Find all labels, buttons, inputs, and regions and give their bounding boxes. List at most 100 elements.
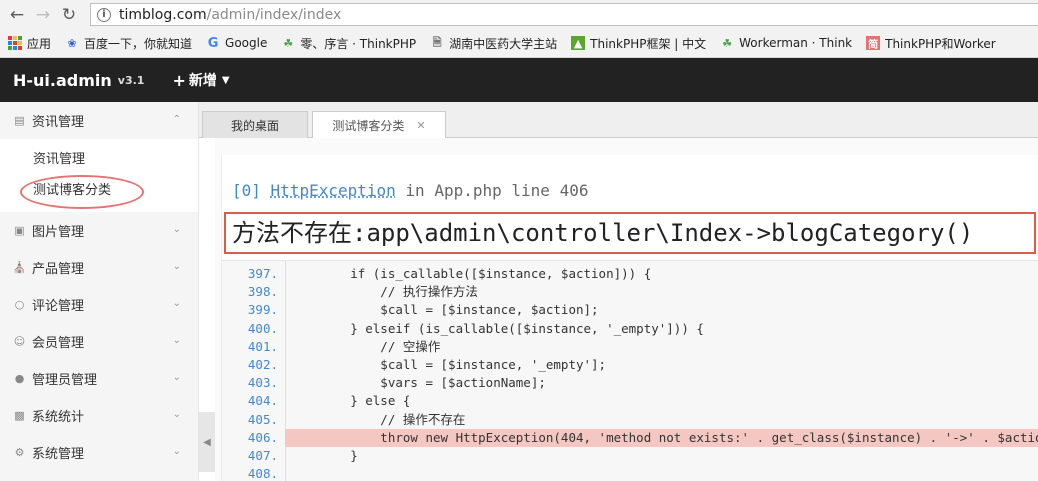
bookmark-label: ThinkPHP框架 | 中文 bbox=[590, 36, 707, 51]
sidebar-group-label: 系统统计 bbox=[32, 410, 85, 425]
info-icon[interactable]: i bbox=[97, 7, 111, 22]
sidebar-group-label: 管理员管理 bbox=[32, 373, 98, 388]
bookmark-thinkphp-framework[interactable]: ▲ ThinkPHP框架 | 中文 bbox=[571, 35, 706, 52]
bookmark-apps[interactable]: 应用 bbox=[8, 35, 51, 52]
code-line: 404. } else { bbox=[222, 392, 1038, 410]
cart-icon: ⛪ bbox=[12, 261, 27, 274]
new-menu-button[interactable]: + 新增 ▼ bbox=[172, 70, 229, 90]
line-number: 397. bbox=[247, 266, 278, 281]
app-header: H-ui.admin v3.1 + 新增 ▼ bbox=[0, 58, 1038, 102]
sidebar-collapse-handle[interactable]: ◀ bbox=[199, 412, 215, 472]
code-line: 407. } bbox=[222, 447, 1038, 465]
code-text: // 执行操作方法 bbox=[290, 284, 478, 300]
sidebar-group-comments[interactable]: ○ 评论管理 ⌄ bbox=[0, 286, 198, 323]
bookmarks-bar: 应用 ❀ 百度一下，你就知道 G Google ☘ 零、序言 · ThinkPH… bbox=[0, 29, 1038, 58]
forward-arrow-icon[interactable]: → bbox=[30, 2, 56, 28]
bookmark-label: 湖南中医药大学主站 bbox=[449, 36, 558, 51]
apps-grid-icon bbox=[8, 36, 22, 50]
sidebar-group-system[interactable]: ⚙ 系统管理 ⌄ bbox=[0, 434, 198, 471]
exception-line-word: line bbox=[511, 181, 550, 200]
sidebar: ▤ 资讯管理 ⌃ 资讯管理 测试博客分类 ▣ 图片管理 ⌄ ⛪ 产品管理 ⌄ ○… bbox=[0, 102, 199, 481]
code-line: 399. $call = [$instance, $action]; bbox=[222, 301, 1038, 319]
sidebar-group-news[interactable]: ▤ 资讯管理 ⌃ bbox=[0, 102, 198, 139]
reload-icon[interactable]: ↻ bbox=[56, 2, 82, 28]
gear-icon: ⚙ bbox=[14, 446, 25, 459]
bookmark-thinkphp-workerman[interactable]: 简 ThinkPHP和Worker bbox=[866, 35, 996, 52]
exception-class-link[interactable]: HttpException bbox=[271, 181, 396, 200]
code-text: $call = [$instance, '_empty']; bbox=[290, 356, 607, 372]
code-text: $vars = [$actionName]; bbox=[290, 375, 546, 391]
chevron-down-icon: ⌄ bbox=[172, 335, 181, 346]
bookmark-hunan-university[interactable]: 🗎 湖南中医药大学主站 bbox=[430, 35, 557, 52]
exception-file: App.php bbox=[434, 181, 502, 200]
bookmark-label: Workerman · Think bbox=[739, 36, 853, 50]
code-line: 397. if (is_callable([$instance, $action… bbox=[222, 265, 1038, 283]
tab-label: 我的桌面 bbox=[230, 118, 279, 133]
bookmark-thinkphp-preface[interactable]: ☘ 零、序言 · ThinkPHP bbox=[281, 35, 416, 52]
sidebar-group-label: 图片管理 bbox=[32, 225, 85, 240]
sidebar-group-label: 评论管理 bbox=[32, 299, 85, 314]
bookmark-label: 百度一下，你就知道 bbox=[84, 36, 193, 51]
chevron-down-icon: ⌄ bbox=[172, 298, 181, 309]
line-number: 407. bbox=[247, 447, 278, 463]
exception-panel: [0] HttpException in App.php line 406 方法… bbox=[221, 155, 1038, 481]
bookmark-label: 零、序言 · ThinkPHP bbox=[300, 36, 417, 51]
code-text: $call = [$instance, $action]; bbox=[290, 302, 599, 318]
bookmark-label: 应用 bbox=[27, 36, 52, 51]
line-number: 401. bbox=[247, 338, 278, 354]
back-arrow-icon[interactable]: ← bbox=[4, 2, 30, 28]
line-number: 400. bbox=[247, 320, 278, 336]
sidebar-group-label: 系统管理 bbox=[32, 447, 85, 462]
tab-blog-category[interactable]: 测试博客分类 ✕ bbox=[312, 111, 446, 139]
address-bar[interactable]: i timblog.com/admin/index/index bbox=[90, 3, 1038, 26]
new-menu-label: 新增 bbox=[188, 73, 217, 89]
code-line: 400. } elseif (is_callable([$instance, '… bbox=[222, 320, 1038, 338]
bookmark-baidu[interactable]: ❀ 百度一下，你就知道 bbox=[65, 35, 192, 52]
news-icon: ▤ bbox=[14, 114, 25, 127]
sidebar-group-products[interactable]: ⛪ 产品管理 ⌄ bbox=[0, 249, 198, 286]
line-number: 403. bbox=[247, 375, 278, 391]
sidebar-group-members[interactable]: ☺ 会员管理 ⌄ bbox=[0, 323, 198, 360]
app-version: v3.1 bbox=[117, 73, 145, 87]
exception-message: 方法不存在:app\admin\controller\Index->blogCa… bbox=[224, 212, 1036, 254]
google-g-icon: G bbox=[207, 35, 219, 51]
gitbook-icon: ☘ bbox=[722, 36, 733, 50]
bookmark-label: Google bbox=[225, 36, 268, 50]
code-line-highlighted: 406. throw new HttpException(404, 'metho… bbox=[222, 428, 1038, 447]
line-number: 404. bbox=[247, 393, 278, 409]
exception-in-word: in bbox=[405, 181, 425, 200]
tab-strip: 我的桌面 测试博客分类 ✕ bbox=[199, 102, 1038, 139]
line-number: 405. bbox=[247, 411, 278, 427]
code-line: 405. // 操作不存在 bbox=[222, 411, 1038, 429]
baidu-paw-icon: ❀ bbox=[67, 36, 77, 50]
sidebar-item-news-manage[interactable]: 资讯管理 bbox=[0, 144, 198, 175]
close-icon[interactable]: ✕ bbox=[416, 119, 425, 132]
app-logo[interactable]: H-ui.admin bbox=[13, 71, 112, 90]
sidebar-item-blog-category[interactable]: 测试博客分类 bbox=[0, 175, 198, 209]
sidebar-group-admins[interactable]: ● 管理员管理 ⌄ bbox=[0, 360, 198, 397]
image-icon: ▣ bbox=[14, 224, 25, 237]
chart-icon: ▩ bbox=[14, 409, 25, 422]
line-number: 399. bbox=[247, 302, 278, 318]
exception-title: [0] HttpException in App.php line 406 bbox=[232, 181, 588, 200]
admin-user-icon: ● bbox=[14, 372, 25, 385]
chevron-down-icon: ⌄ bbox=[172, 446, 181, 457]
line-number: 398. bbox=[247, 284, 278, 300]
bookmark-google[interactable]: G Google bbox=[206, 35, 268, 51]
sidebar-group-statistics[interactable]: ▩ 系统统计 ⌄ bbox=[0, 397, 198, 434]
line-number: 408. bbox=[247, 466, 278, 481]
code-text: } bbox=[290, 447, 358, 463]
code-text: } else { bbox=[290, 393, 411, 409]
code-text: if (is_callable([$instance, $action])) { bbox=[290, 266, 652, 281]
sidebar-group-images[interactable]: ▣ 图片管理 ⌄ bbox=[0, 212, 198, 249]
chevron-down-icon: ⌄ bbox=[172, 224, 181, 235]
browser-toolbar: ← → ↻ i timblog.com/admin/index/index bbox=[0, 0, 1038, 29]
sidebar-group-label: 产品管理 bbox=[32, 262, 85, 277]
chevron-down-icon: ⌄ bbox=[172, 261, 181, 272]
tab-desktop[interactable]: 我的桌面 bbox=[202, 111, 308, 138]
plus-icon: + bbox=[172, 70, 186, 90]
bookmark-workerman[interactable]: ☘ Workerman · Think bbox=[720, 36, 852, 50]
sidebar-group-label: 会员管理 bbox=[32, 336, 85, 351]
chevron-down-icon: ⌄ bbox=[172, 409, 181, 420]
code-text: // 空操作 bbox=[290, 338, 441, 354]
